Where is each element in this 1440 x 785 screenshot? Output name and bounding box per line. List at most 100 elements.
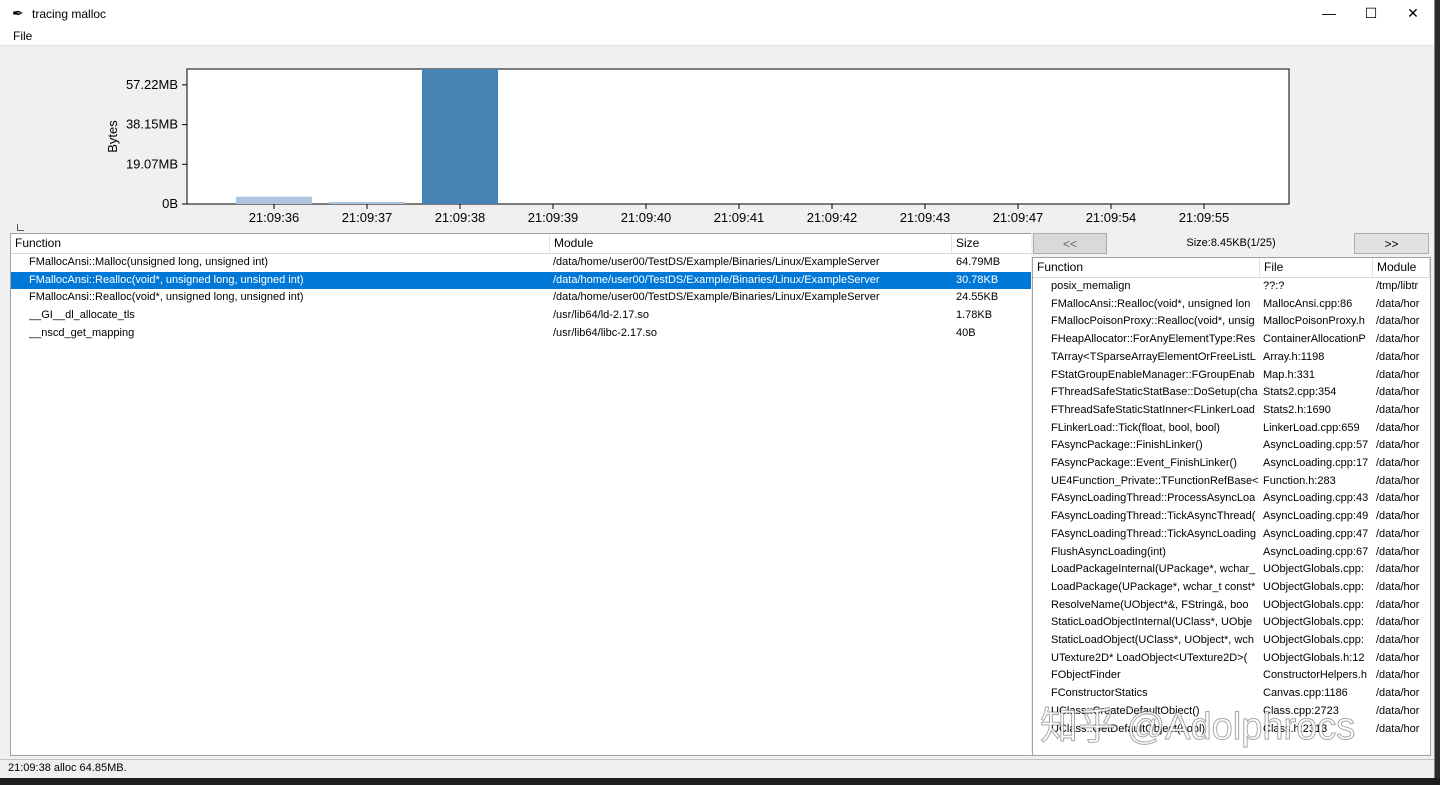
cell-module: /data/hor — [1376, 333, 1420, 346]
list-item[interactable]: FlushAsyncLoading(int) AsyncLoading.cpp:6… — [1033, 544, 1430, 562]
cell-module: /data/home/user00/TestDS/Example/Binarie… — [553, 256, 880, 268]
cell-file: Class.h:2313 — [1263, 722, 1328, 735]
cell-module: /data/hor — [1376, 315, 1420, 328]
table-row[interactable]: FMallocAnsi::Realloc(void*, unsigned lon… — [11, 271, 1032, 290]
list-item[interactable]: FAsyncPackage::FinishLinker() AsyncLoadin… — [1033, 437, 1430, 455]
cell-function: LoadPackageInternal(UPackage*, wchar_ — [1051, 563, 1256, 576]
cell-function: FMallocAnsi::Realloc(void*, unsigned lon… — [29, 273, 304, 286]
size-label: Size:8.45KB(1/25) — [1186, 237, 1276, 249]
bar-chart: 0B 19.07MB 38.15MB 57.22MB Bytes 21:09:36 21:0… — [105, 68, 1290, 225]
table-row[interactable]: FMallocAnsi::Realloc(void*, unsigned lon… — [11, 289, 1032, 307]
list-item[interactable]: FStatGroupEnableManager::FGroupEnab Map.h… — [1033, 367, 1430, 385]
list-item[interactable]: FThreadSafeStaticStatInner<FLinkerLoad St… — [1033, 402, 1430, 420]
table-row[interactable]: __nscd_get_mapping/usr/lib64/libc-2.17.s… — [11, 325, 1032, 343]
list-item[interactable]: FAsyncLoadingThread::TickAsyncThread(Asy… — [1033, 508, 1430, 526]
cell-function: FAsyncLoadingThread::TickAsyncLoading — [1051, 527, 1257, 540]
cell-file: AsyncLoading.cpp:47 — [1263, 527, 1369, 540]
x-tick-label: 21:09:38 — [435, 210, 486, 225]
x-tick-label: 21:09:55 — [1179, 210, 1230, 225]
list-item[interactable]: StaticLoadObject(UClass*, UObject*, wch U… — [1033, 632, 1430, 650]
cell-function: UClass::CreateDefaultObject() — [1051, 704, 1200, 717]
close-icon[interactable]: ✕ — [1392, 0, 1434, 27]
callstack-panel: << Size:8.45KB(1/25) >> Function File Mo… — [1031, 233, 1431, 756]
bar[interactable] — [422, 69, 498, 204]
cell-file: AsyncLoading.cpp:43 — [1263, 492, 1369, 505]
cell-file: Array.h:1198 — [1263, 350, 1325, 363]
col-module[interactable]: Module — [550, 234, 952, 253]
col-function[interactable]: Function — [1033, 258, 1260, 277]
plot-frame — [186, 68, 1290, 205]
list-item[interactable]: LoadPackage(UPackage*, wchar_t const* UOb… — [1033, 579, 1430, 597]
cell-file: MallocPoisonProxy.h — [1263, 315, 1365, 328]
list-item[interactable]: FMallocPoisonProxy::Realloc(void*, unsig… — [1033, 313, 1430, 331]
cell-module: /data/hor — [1376, 722, 1420, 735]
x-tick-label: 21:09:47 — [993, 210, 1044, 225]
splitter-handle[interactable] — [17, 224, 24, 231]
col-size[interactable]: Size — [952, 234, 1032, 253]
list-item[interactable]: FAsyncLoadingThread::TickAsyncLoading Asy… — [1033, 526, 1430, 544]
main-window: ✒ tracing malloc — ☐ ✕ File 0B 19.07MB 38.… — [0, 0, 1435, 778]
cell-module: /data/hor — [1376, 634, 1420, 646]
col-module[interactable]: Module — [1373, 258, 1430, 277]
cell-module: /data/hor — [1376, 545, 1420, 558]
cell-file: UObjectGlobals.h:12 — [1263, 651, 1365, 664]
cell-function: UE4Function_Private::TFunctionRefBase< — [1051, 474, 1259, 487]
list-item[interactable]: FHeapAllocator::ForAnyElementType:Res Con… — [1033, 331, 1430, 349]
cell-module: /data/hor — [1376, 651, 1420, 664]
cell-module: /data/hor — [1376, 457, 1420, 469]
list-item[interactable]: TArray<TSparseArrayElementOrFreeListL Arr… — [1033, 349, 1430, 367]
list-item[interactable]: FObjectFinder ConstructorHelpers.h/data/h… — [1033, 667, 1430, 685]
cell-function: FConstructorStatics — [1051, 687, 1148, 700]
y-axis-label: Bytes — [105, 120, 120, 153]
list-item[interactable]: UClass::CreateDefaultObject() Class.cpp:2… — [1033, 703, 1430, 721]
y-tick-label: 19.07MB — [126, 156, 178, 171]
menu-file[interactable]: File — [13, 29, 32, 43]
cell-function: FThreadSafeStaticStatBase::DoSetup(cha — [1051, 386, 1258, 399]
cell-function: FlushAsyncLoading(int) — [1051, 545, 1166, 558]
list-item[interactable]: FMallocAnsi::Realloc(void*, unsigned lon… — [1033, 296, 1430, 314]
col-file[interactable]: File — [1260, 258, 1373, 277]
cell-module: /data/hor — [1376, 580, 1420, 593]
list-item[interactable]: FAsyncPackage::Event_FinishLinker() Async… — [1033, 455, 1430, 473]
cell-function: FMallocPoisonProxy::Realloc(void*, unsig — [1051, 315, 1255, 328]
cell-file: UObjectGlobals.cpp: — [1263, 580, 1364, 593]
maximize-icon[interactable]: ☐ — [1350, 0, 1392, 27]
cell-module: /data/hor — [1376, 616, 1420, 629]
list-item[interactable]: FLinkerLoad::Tick(float, bool, bool) Link… — [1033, 420, 1430, 438]
list-item[interactable]: UClass::GetDefaultObject(bool) Class.h:23… — [1033, 721, 1430, 739]
list-item[interactable]: UE4Function_Private::TFunctionRefBase< Fu… — [1033, 473, 1430, 491]
cell-file: Map.h:331 — [1263, 368, 1315, 381]
cell-function: UTexture2D* LoadObject<UTexture2D>( — [1051, 651, 1248, 664]
minimize-icon[interactable]: — — [1308, 0, 1350, 27]
cell-module: /data/hor — [1376, 297, 1420, 310]
cell-function: __GI__dl_allocate_tls — [29, 309, 135, 322]
list-item[interactable]: UTexture2D* LoadObject<UTexture2D>( UObje… — [1033, 650, 1430, 668]
prev-button[interactable]: << — [1033, 233, 1107, 254]
x-tick-label: 21:09:41 — [714, 210, 765, 225]
cell-module: /data/hor — [1376, 687, 1420, 700]
cell-file: UObjectGlobals.cpp: — [1263, 598, 1364, 611]
table-row[interactable]: __GI__dl_allocate_tls/usr/lib64/ld-2.17.… — [11, 307, 1032, 325]
callstack-table: Function File Module posix_memalign??:? /… — [1032, 257, 1431, 756]
cell-file: UObjectGlobals.cpp: — [1263, 616, 1364, 629]
cell-size: 30.78KB — [956, 273, 999, 286]
bar[interactable] — [236, 196, 312, 204]
cell-function: FMallocAnsi::Malloc(unsigned long, unsig… — [29, 256, 269, 268]
cell-file: Function.h:283 — [1263, 474, 1336, 487]
cell-module: /data/hor — [1376, 350, 1420, 363]
cell-module: /data/hor — [1376, 563, 1420, 576]
list-item[interactable]: FConstructorStatics Canvas.cpp:1186/data/… — [1033, 685, 1430, 703]
list-item[interactable]: ResolveName(UObject*&, FString&, boo UObj… — [1033, 597, 1430, 615]
list-item[interactable]: posix_memalign??:? /tmp/libtr — [1033, 278, 1430, 296]
menu-bar: File — [0, 27, 1434, 46]
col-function[interactable]: Function — [11, 234, 550, 253]
bar[interactable] — [329, 201, 405, 204]
cell-file: Stats2.h:1690 — [1263, 403, 1331, 416]
list-item[interactable]: LoadPackageInternal(UPackage*, wchar_ UOb… — [1033, 561, 1430, 579]
next-button[interactable]: >> — [1354, 233, 1429, 254]
table-row[interactable]: FMallocAnsi::Malloc(unsigned long, unsig… — [11, 254, 1032, 272]
list-item[interactable]: FAsyncLoadingThread::ProcessAsyncLoa Asyn… — [1033, 490, 1430, 508]
list-item[interactable]: StaticLoadObjectInternal(UClass*, UObje U… — [1033, 614, 1430, 632]
cell-module: /usr/lib64/libc-2.17.so — [553, 326, 657, 339]
list-item[interactable]: FThreadSafeStaticStatBase::DoSetup(cha St… — [1033, 384, 1430, 402]
